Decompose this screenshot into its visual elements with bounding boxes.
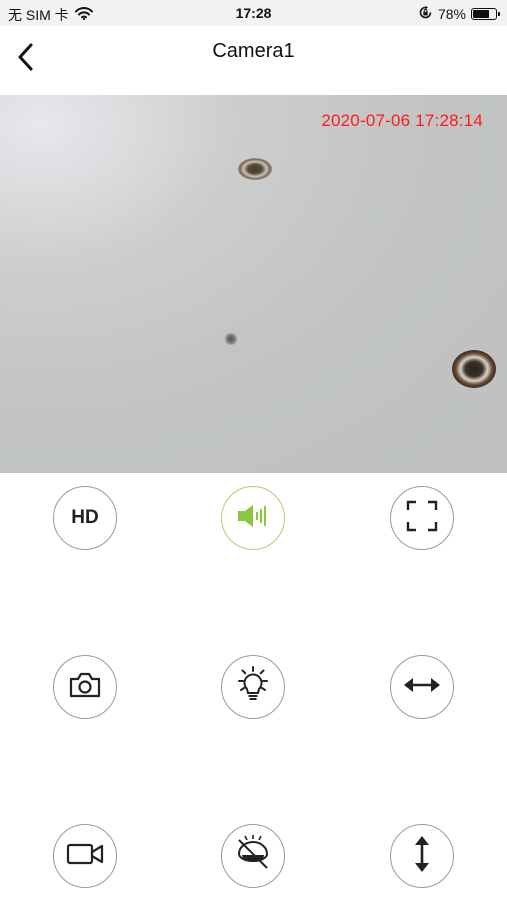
snapshot-button[interactable] bbox=[53, 655, 117, 719]
hd-label: HD bbox=[71, 507, 99, 528]
page-title: Camera1 bbox=[212, 40, 295, 62]
horizontal-arrows-icon bbox=[402, 675, 442, 700]
hd-button[interactable]: HD bbox=[53, 486, 117, 550]
fullscreen-icon bbox=[406, 500, 438, 537]
battery-level-fill bbox=[473, 10, 490, 18]
ceiling-speck bbox=[224, 333, 238, 345]
status-right: 78% bbox=[418, 5, 500, 23]
vertical-flip-button[interactable] bbox=[390, 824, 454, 888]
ceiling-fixture bbox=[452, 350, 496, 388]
sound-button[interactable] bbox=[221, 486, 285, 550]
camera-live-view[interactable]: 2020-07-06 17:28:14 bbox=[0, 95, 507, 473]
horizontal-flip-button[interactable] bbox=[390, 655, 454, 719]
night-vision-off-button[interactable] bbox=[221, 824, 285, 888]
video-camera-icon bbox=[66, 842, 104, 871]
fullscreen-button[interactable] bbox=[390, 486, 454, 550]
light-button[interactable] bbox=[221, 655, 285, 719]
control-panel: HD bbox=[0, 473, 507, 900]
speaker-icon bbox=[236, 503, 270, 534]
battery-percent: 78% bbox=[437, 6, 466, 22]
nav-bar: Camera1 bbox=[0, 26, 507, 94]
battery-icon bbox=[471, 8, 500, 20]
video-timestamp: 2020-07-06 17:28:14 bbox=[321, 111, 483, 130]
vertical-arrows-icon bbox=[412, 834, 432, 879]
night-vision-off-icon bbox=[231, 832, 275, 881]
orientation-lock-icon bbox=[418, 5, 433, 23]
camera-icon bbox=[68, 671, 102, 704]
light-bulb-icon bbox=[233, 665, 273, 710]
record-button[interactable] bbox=[53, 824, 117, 888]
ceiling-fixture bbox=[238, 158, 272, 180]
status-bar: 无 SIM 卡 17:28 78% bbox=[0, 0, 507, 26]
